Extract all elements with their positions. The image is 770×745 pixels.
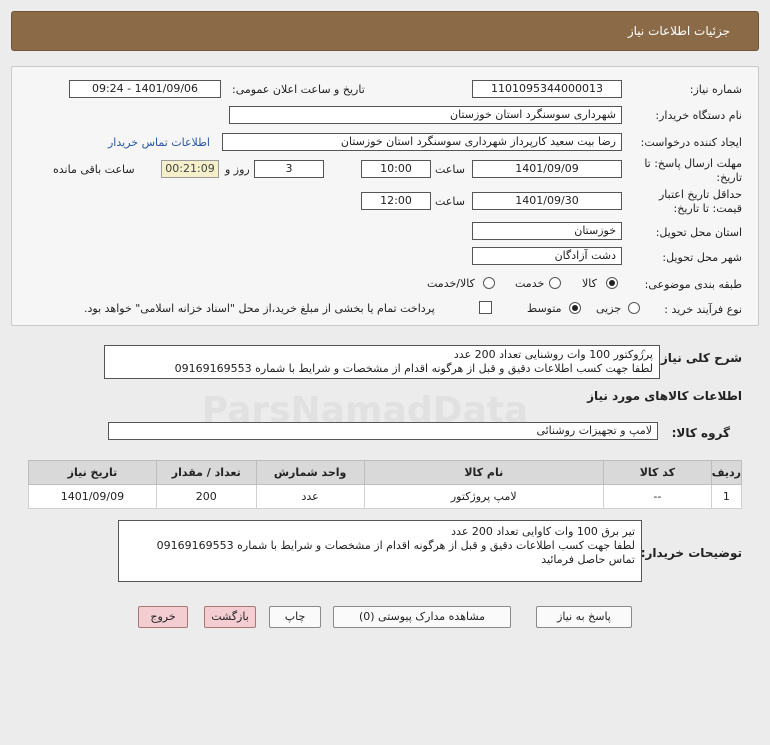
deadline-date-field: 1401/09/09 — [472, 160, 622, 178]
process-radio-medium[interactable] — [569, 302, 581, 314]
col-unit-header: واحد شمارش — [255, 460, 365, 485]
category-radio-service[interactable] — [549, 277, 561, 289]
category-radio-goods[interactable] — [606, 277, 618, 289]
process-option-minor: جزیی — [596, 302, 622, 315]
buyer-org-field: شهرداری سوسنگرد استان خوزستان — [229, 106, 622, 124]
deadline-time-field: 10:00 — [361, 160, 431, 178]
category-option-goods-service: کالا/خدمت — [427, 277, 475, 290]
cell-row: 1 — [710, 484, 743, 509]
exit-button[interactable]: خروج — [138, 606, 188, 628]
summary-line-1: پرژوکتور 100 وات روشنایی تعداد 200 عدد — [453, 348, 653, 361]
view-attachments-button[interactable]: مشاهده مدارک پیوستی (0) — [333, 606, 511, 628]
remaining-time-label: ساعت باقی مانده — [53, 163, 135, 176]
process-label: نوع فرآیند خرید : — [664, 303, 742, 316]
col-name-header: نام کالا — [363, 460, 605, 485]
category-label: طبقه بندی موضوعی: — [644, 278, 742, 291]
deadline-label: مهلت ارسال پاسخ: تا — [644, 157, 742, 170]
delivery-province-field: خوزستان — [472, 222, 622, 240]
category-option-service: خدمت — [515, 277, 545, 290]
cell-date: 1401/09/09 — [28, 484, 157, 509]
resize-handle-icon: ⌃ — [640, 349, 648, 359]
category-radio-goods-service[interactable] — [483, 277, 495, 289]
need-number-label: شماره نیاز: — [689, 83, 742, 96]
col-date-header: تاریخ نیاز — [28, 460, 157, 485]
col-row-header: ردیف — [710, 460, 743, 485]
goods-group-field: لامپ و تجهیزات روشنائی — [108, 422, 658, 440]
page-title: جزئیات اطلاعات نیاز — [627, 24, 730, 38]
goods-group-label: گروه کالا: — [671, 426, 730, 440]
remaining-time-field: 00:21:09 — [161, 160, 219, 178]
back-button[interactable]: بازگشت — [204, 606, 256, 628]
days-label: روز و — [225, 163, 250, 176]
goods-section-title: اطلاعات کالاهای مورد نیاز — [587, 389, 742, 403]
summary-textarea[interactable]: پرژوکتور 100 وات روشنایی تعداد 200 عدد ل… — [104, 345, 660, 379]
need-number-field: 1101095344000013 — [472, 80, 622, 98]
cell-code: -- — [603, 484, 712, 509]
summary-line-2: لطفا جهت کسب اطلاعات دقیق و قبل از هرگون… — [174, 362, 653, 375]
col-qty-header: تعداد / مقدار — [155, 460, 257, 485]
cell-qty: 200 — [155, 484, 257, 509]
deadline-time-label: ساعت — [435, 163, 465, 176]
validity-label: حداقل تاریخ اعتبار — [658, 188, 742, 201]
validity-date-field: 1401/09/30 — [472, 192, 622, 210]
cell-name: لامپ پروژکتور — [363, 484, 605, 509]
table-header-row: ردیف کد کالا نام کالا واحد شمارش تعداد /… — [28, 460, 743, 485]
buyer-notes-line-1: تیر برق 100 وات کاوایی تعداد 200 عدد — [451, 525, 635, 538]
buyer-notes-line-2: لطفا جهت کسب اطلاعات دقیق و قبل از هرگون… — [156, 539, 635, 552]
print-button[interactable]: چاپ — [269, 606, 321, 628]
validity-time-label: ساعت — [435, 195, 465, 208]
buyer-notes-line-3: تماس حاصل فرمائید — [541, 553, 635, 566]
page-header: جزئیات اطلاعات نیاز — [11, 11, 759, 51]
announce-label: تاریخ و ساعت اعلان عمومی: — [232, 83, 365, 96]
validity-time-field: 12:00 — [361, 192, 431, 210]
treasury-payment-checkbox[interactable] — [479, 301, 492, 314]
requester-field: رضا بیت سعید کارپرداز شهرداری سوسنگرد اس… — [222, 133, 622, 151]
days-field: 3 — [254, 160, 324, 178]
buyer-org-label: نام دستگاه خریدار: — [655, 109, 742, 122]
items-table: ردیف کد کالا نام کالا واحد شمارش تعداد /… — [28, 460, 743, 509]
category-option-goods: کالا — [582, 277, 597, 290]
summary-label: شرح کلی نیاز: — [656, 351, 742, 365]
delivery-province-label: استان محل تحویل: — [655, 226, 742, 239]
buyer-notes-textarea[interactable]: تیر برق 100 وات کاوایی تعداد 200 عدد لطف… — [118, 520, 642, 582]
table-row: 1 -- لامپ پروژکتور عدد 200 1401/09/09 — [28, 484, 743, 509]
delivery-city-label: شهر محل تحویل: — [662, 251, 742, 264]
col-code-header: کد کالا — [603, 460, 712, 485]
treasury-payment-note: پرداخت تمام یا بخشی از مبلغ خرید،از محل … — [84, 302, 435, 315]
delivery-city-field: دشت آزادگان — [472, 247, 622, 265]
reply-button[interactable]: پاسخ به نیاز — [536, 606, 632, 628]
validity-label-date: قیمت: تا تاریخ: — [673, 202, 742, 215]
process-option-medium: متوسط — [527, 302, 562, 315]
buyer-notes-label: توضیحات خریدار: — [640, 546, 742, 560]
process-radio-minor[interactable] — [628, 302, 640, 314]
buyer-contact-link[interactable]: اطلاعات تماس خریدار — [108, 136, 210, 149]
announce-field: 1401/09/06 - 09:24 — [69, 80, 221, 98]
requester-label: ایجاد کننده درخواست: — [640, 136, 742, 149]
deadline-label-date: تاریخ: — [716, 171, 742, 184]
cell-unit: عدد — [255, 484, 365, 509]
